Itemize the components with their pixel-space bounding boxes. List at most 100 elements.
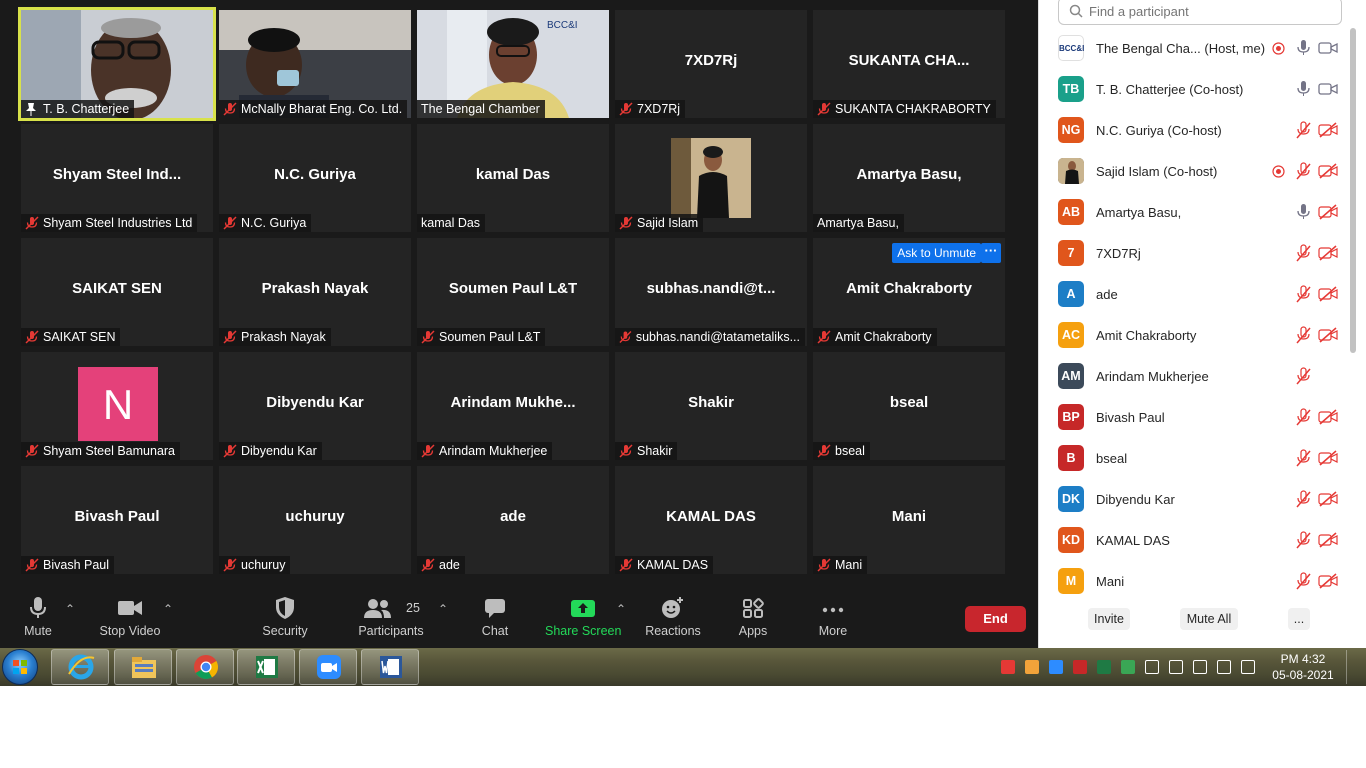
taskbar-app-button[interactable] xyxy=(361,649,419,685)
screen-record-icon[interactable] xyxy=(1001,660,1015,674)
mic-muted-icon[interactable] xyxy=(1295,490,1311,508)
panel-more-button[interactable]: ... xyxy=(1288,608,1310,630)
video-tile[interactable]: Bivash Paul Bivash Paul xyxy=(21,466,213,574)
mic-muted-icon[interactable] xyxy=(1295,572,1311,590)
video-off-icon[interactable] xyxy=(1318,532,1338,548)
video-off-icon[interactable] xyxy=(1318,204,1338,220)
participant-row[interactable]: NG N.C. Guriya (Co-host) xyxy=(1039,110,1349,151)
video-tile[interactable]: T. B. Chatterjee xyxy=(18,7,216,121)
taskbar-app-button[interactable] xyxy=(114,649,172,685)
video-tile[interactable]: Shyam Steel Ind... Shyam Steel Industries… xyxy=(21,124,213,232)
video-off-icon[interactable] xyxy=(1318,245,1338,261)
mute-button[interactable]: Mute xyxy=(18,596,58,642)
volume-icon[interactable] xyxy=(1241,660,1255,674)
apps-button[interactable]: Apps xyxy=(734,596,772,642)
video-off-icon[interactable] xyxy=(1318,163,1338,179)
signal-icon[interactable] xyxy=(1145,660,1159,674)
search-input[interactable] xyxy=(1089,3,1329,19)
video-tile[interactable]: N.C. Guriya N.C. Guriya xyxy=(219,124,411,232)
video-tile[interactable]: Mani Mani xyxy=(813,466,1005,574)
mute-options-caret[interactable]: ⌃ xyxy=(65,602,75,616)
taskbar-app-button[interactable] xyxy=(299,649,357,685)
stop-video-button[interactable]: Stop Video xyxy=(98,596,162,642)
video-tile[interactable]: Sajid Islam xyxy=(615,124,807,232)
sun-icon[interactable] xyxy=(1025,660,1039,674)
taskbar-app-button[interactable] xyxy=(176,649,234,685)
spreadsheet-tray-icon[interactable] xyxy=(1097,660,1111,674)
more-button[interactable]: More xyxy=(814,596,852,642)
mic-muted-icon[interactable] xyxy=(1295,244,1311,262)
participant-search[interactable] xyxy=(1058,0,1342,25)
participant-row[interactable]: 7 7XD7Rj xyxy=(1039,233,1349,274)
security-button[interactable]: Security xyxy=(260,596,310,642)
microphone-icon[interactable] xyxy=(1295,39,1311,57)
video-tile[interactable]: SUKANTA CHA... SUKANTA CHAKRABORTY xyxy=(813,10,1005,118)
system-clock[interactable]: PM 4:32 05-08-2021 xyxy=(1268,651,1338,683)
bluetooth-icon[interactable] xyxy=(1217,660,1231,674)
participants-options-caret[interactable]: ⌃ xyxy=(438,602,448,616)
video-off-icon[interactable] xyxy=(1318,327,1338,343)
mic-muted-icon[interactable] xyxy=(1295,367,1311,385)
tile-more-button[interactable]: ··· xyxy=(981,243,1001,263)
video-off-icon[interactable] xyxy=(1318,122,1338,138)
zoom-tray-icon[interactable] xyxy=(1049,660,1063,674)
video-off-icon[interactable] xyxy=(1318,450,1338,466)
video-tile[interactable]: SAIKAT SEN SAIKAT SEN xyxy=(21,238,213,346)
participant-row[interactable]: AC Amit Chakraborty xyxy=(1039,315,1349,356)
taskbar-app-button[interactable] xyxy=(51,649,109,685)
mic-muted-icon[interactable] xyxy=(1295,121,1311,139)
video-tile[interactable]: Amit Chakraborty Ask to Unmute ··· Amit Cha… xyxy=(813,238,1005,346)
video-tile[interactable]: Arindam Mukhe... Arindam Mukherjee xyxy=(417,352,609,460)
video-tile[interactable]: ade ade xyxy=(417,466,609,574)
mute-all-button[interactable]: Mute All xyxy=(1180,608,1238,630)
acrobat-icon[interactable] xyxy=(1073,660,1087,674)
video-tile[interactable]: bseal bseal xyxy=(813,352,1005,460)
scrollbar-thumb[interactable] xyxy=(1350,28,1356,353)
video-tile[interactable]: BCC&I The Bengal Chamber xyxy=(417,10,609,118)
mic-muted-icon[interactable] xyxy=(1295,326,1311,344)
video-off-icon[interactable] xyxy=(1318,286,1338,302)
ask-to-unmute-button[interactable]: Ask to Unmute xyxy=(892,243,981,263)
video-camera-icon[interactable] xyxy=(1318,81,1338,97)
video-tile[interactable]: Prakash Nayak Prakash Nayak xyxy=(219,238,411,346)
participant-row[interactable]: BCC&I The Bengal Cha... (Host, me) xyxy=(1039,28,1349,69)
participant-row[interactable]: KD KAMAL DAS xyxy=(1039,520,1349,561)
participant-row[interactable]: BP Bivash Paul xyxy=(1039,397,1349,438)
video-off-icon[interactable] xyxy=(1318,573,1338,589)
microphone-icon[interactable] xyxy=(1295,203,1311,221)
mic-muted-icon[interactable] xyxy=(1295,449,1311,467)
flag-icon[interactable] xyxy=(1169,660,1183,674)
video-camera-icon[interactable] xyxy=(1318,40,1338,56)
video-options-caret[interactable]: ⌃ xyxy=(163,602,173,616)
mic-muted-icon[interactable] xyxy=(1295,285,1311,303)
participant-row[interactable]: Aade xyxy=(1039,274,1349,315)
video-tile[interactable]: Shakir Shakir xyxy=(615,352,807,460)
participant-row[interactable]: DK Dibyendu Kar xyxy=(1039,479,1349,520)
share-options-caret[interactable]: ⌃ xyxy=(616,602,626,616)
video-tile[interactable]: Dibyendu Kar Dibyendu Kar xyxy=(219,352,411,460)
vpn-icon[interactable] xyxy=(1121,660,1135,674)
video-off-icon[interactable] xyxy=(1318,491,1338,507)
participant-row[interactable]: AM Arindam Mukherjee xyxy=(1039,356,1349,397)
chat-button[interactable]: Chat xyxy=(474,596,516,642)
participant-list-scrollbar[interactable] xyxy=(1349,28,1357,588)
mic-muted-icon[interactable] xyxy=(1295,531,1311,549)
participant-row[interactable]: Bbseal xyxy=(1039,438,1349,479)
microphone-icon[interactable] xyxy=(1295,80,1311,98)
video-tile[interactable]: uchuruy uchuruy xyxy=(219,466,411,574)
video-off-icon[interactable] xyxy=(1318,409,1338,425)
participant-row[interactable]: M Mani xyxy=(1039,561,1349,602)
share-screen-button[interactable]: Share Screen xyxy=(545,596,621,642)
reactions-button[interactable]: Reactions xyxy=(644,596,702,642)
mic-muted-icon[interactable] xyxy=(1295,162,1311,180)
taskbar-app-button[interactable] xyxy=(237,649,295,685)
video-tile[interactable]: subhas.nandi@t... subhas.nandi@tatametali… xyxy=(615,238,807,346)
video-tile[interactable]: Soumen Paul L&T Soumen Paul L&T xyxy=(417,238,609,346)
video-tile[interactable]: Amartya Basu, Amartya Basu, xyxy=(813,124,1005,232)
invite-button[interactable]: Invite xyxy=(1088,608,1130,630)
video-tile[interactable]: 7XD7Rj 7XD7Rj xyxy=(615,10,807,118)
participant-row[interactable]: Sajid Islam (Co-host) xyxy=(1039,151,1349,192)
participant-row[interactable]: TB T. B. Chatterjee (Co-host) xyxy=(1039,69,1349,110)
device-icon[interactable] xyxy=(1193,660,1207,674)
video-tile[interactable]: N Shyam Steel Bamunara xyxy=(21,352,213,460)
